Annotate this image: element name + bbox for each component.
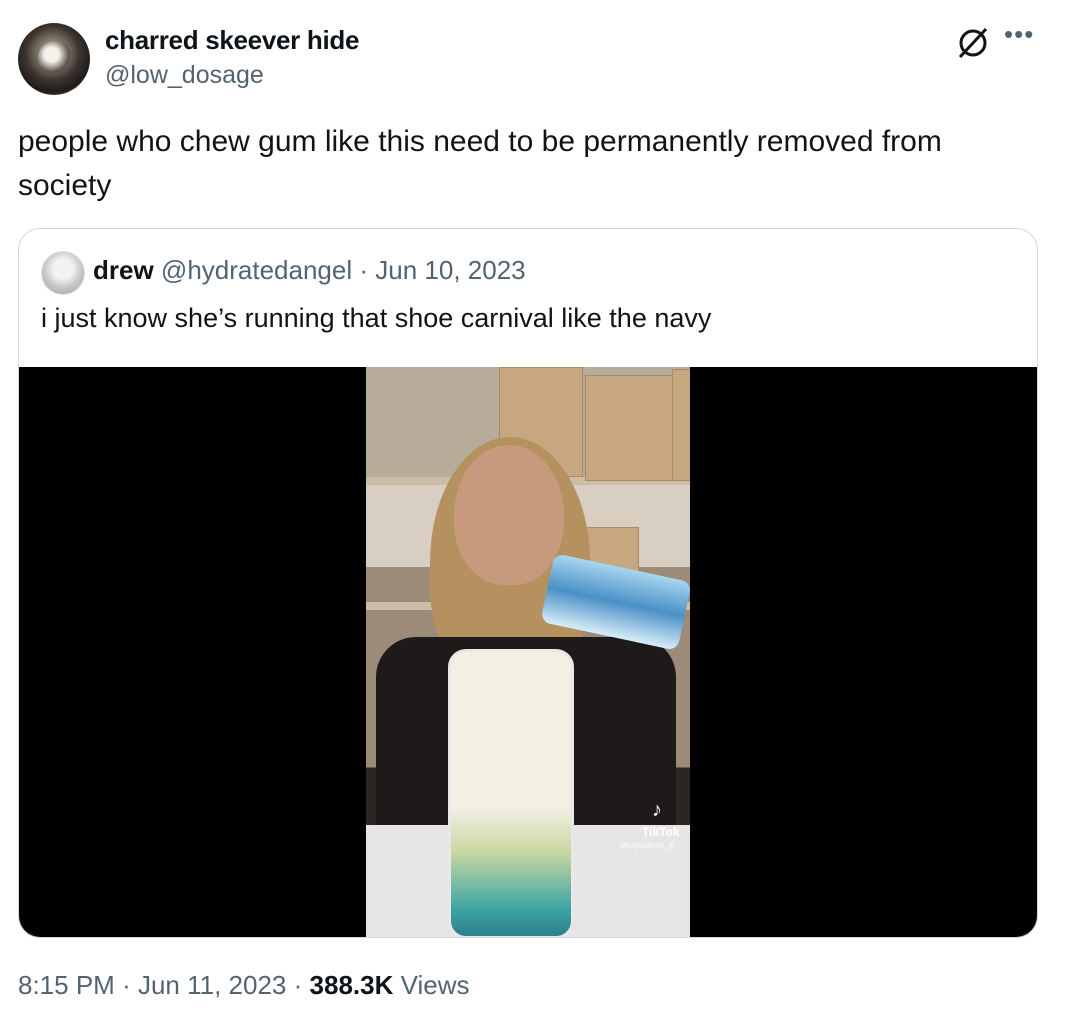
tweet-time[interactable]: 8:15 PM xyxy=(18,970,115,1000)
quote-handle[interactable]: @hydratedangel xyxy=(161,255,352,285)
tiktok-logo: ♪ xyxy=(652,799,662,821)
more-icon[interactable]: ••• xyxy=(1004,21,1034,47)
author-avatar[interactable] xyxy=(18,23,90,95)
grok-icon[interactable] xyxy=(956,26,990,60)
meta-separator: · xyxy=(293,970,303,1000)
cup xyxy=(448,649,574,937)
tweet-meta: 8:15 PM · Jun 11, 2023 · 388.3K Views xyxy=(18,970,470,1001)
person-head xyxy=(454,445,564,585)
quote-media[interactable]: ♪ TikTok @crystalynn_8 xyxy=(19,367,1037,937)
tweet-date[interactable]: Jun 11, 2023 xyxy=(138,970,286,1000)
quote-display-name[interactable]: drew xyxy=(93,255,154,285)
tiktok-label: TikTok xyxy=(642,825,680,839)
video-frame[interactable]: ♪ TikTok @crystalynn_8 xyxy=(366,367,690,937)
author-display-name[interactable]: charred skeever hide xyxy=(105,25,359,56)
views-count: 388.3K xyxy=(309,970,394,1000)
tiktok-handle: @crystalynn_8 xyxy=(620,841,674,850)
quote-card[interactable]: drew @hydratedangel · Jun 10, 2023 i jus… xyxy=(18,228,1038,938)
tweet-text: people who chew gum like this need to be… xyxy=(18,125,942,202)
meta-separator: · xyxy=(122,970,131,1000)
views-label: Views xyxy=(400,970,470,1000)
quote-header: drew @hydratedangel · Jun 10, 2023 xyxy=(93,255,526,286)
box xyxy=(672,369,690,481)
quote-avatar[interactable] xyxy=(41,251,85,295)
author-handle[interactable]: @low_dosage xyxy=(105,61,264,90)
quote-date[interactable]: Jun 10, 2023 xyxy=(375,255,525,285)
quote-separator: · xyxy=(359,255,369,285)
quote-text: i just know she’s running that shoe carn… xyxy=(41,303,712,333)
box xyxy=(585,375,675,481)
